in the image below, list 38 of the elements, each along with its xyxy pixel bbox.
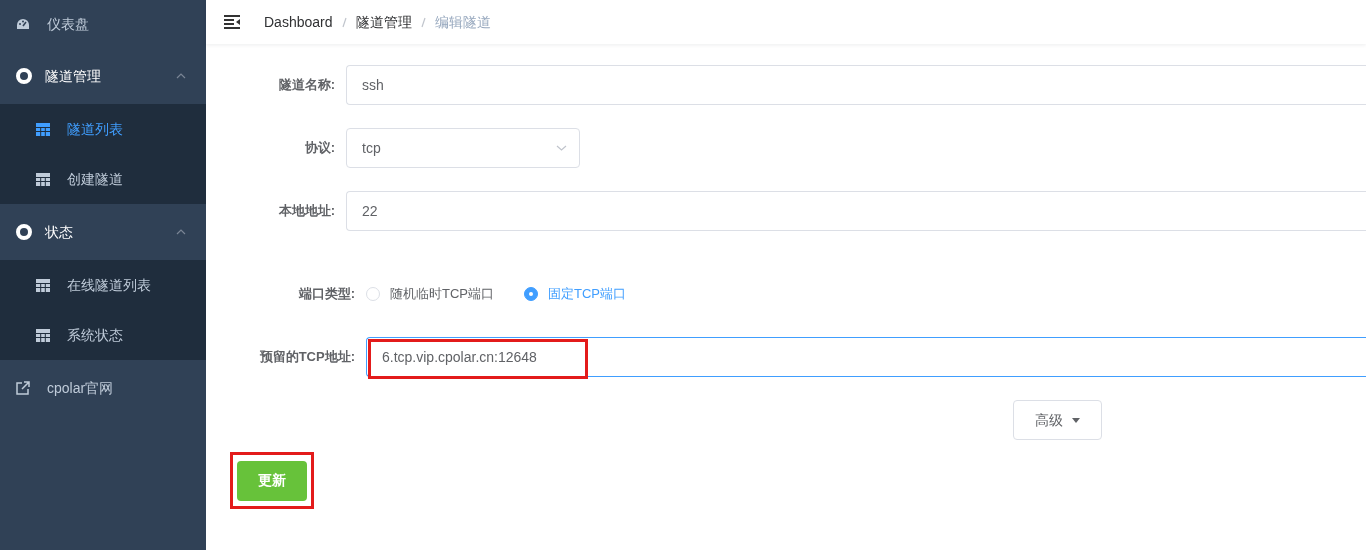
radio-label[interactable]: 随机临时TCP端口: [390, 284, 494, 304]
table-icon: [36, 278, 50, 292]
text-input[interactable]: 22: [346, 191, 1366, 231]
radio-button[interactable]: [524, 287, 538, 301]
lifebuoy-icon: [16, 68, 32, 84]
chevron-up-icon: [176, 73, 186, 79]
field-label: 本地地址:: [277, 202, 335, 221]
sidebar-item[interactable]: cpolar官网: [0, 360, 206, 416]
sidebar-group[interactable]: 状态: [0, 204, 206, 260]
text-input[interactable]: 6.tcp.vip.cpolar.cn:12648: [366, 337, 1366, 377]
select-dropdown[interactable]: tcp: [346, 128, 580, 168]
table-icon: [36, 122, 50, 136]
breadcrumb-link[interactable]: 隧道管理: [355, 11, 412, 33]
breadcrumb-separator: [341, 16, 347, 28]
dashboard-icon: [16, 18, 30, 30]
breadcrumb-current: 编辑隧道: [434, 12, 491, 32]
submenu-item[interactable]: 创建隧道: [0, 154, 206, 204]
submenu-item[interactable]: 系统状态: [0, 310, 206, 360]
external-link-icon: [16, 381, 30, 395]
submenu-item[interactable]: 在线隧道列表: [0, 260, 206, 310]
breadcrumb-link[interactable]: Dashboard: [264, 11, 333, 33]
breadcrumb-separator: [420, 16, 426, 28]
chevron-up-icon: [176, 229, 186, 235]
field-label: 协议:: [303, 139, 335, 158]
table-icon: [36, 328, 50, 342]
sidebar-item[interactable]: 仪表盘: [0, 0, 206, 48]
table-icon: [36, 172, 50, 186]
chevron-down-icon: [556, 145, 567, 151]
lifebuoy-icon: [16, 224, 32, 240]
caret-down-icon: [1072, 417, 1080, 423]
field-label: 隧道名称:: [277, 76, 335, 95]
submenu-item[interactable]: 隧道列表: [0, 104, 206, 154]
menu-toggle-icon[interactable]: [223, 14, 241, 30]
advanced-button[interactable]: 高级: [1013, 400, 1102, 440]
field-label: 预留的TCP地址:: [258, 348, 355, 367]
field-label: 端口类型:: [297, 285, 355, 304]
sidebar-group[interactable]: 隧道管理: [0, 48, 206, 104]
text-input[interactable]: ssh: [346, 65, 1366, 105]
